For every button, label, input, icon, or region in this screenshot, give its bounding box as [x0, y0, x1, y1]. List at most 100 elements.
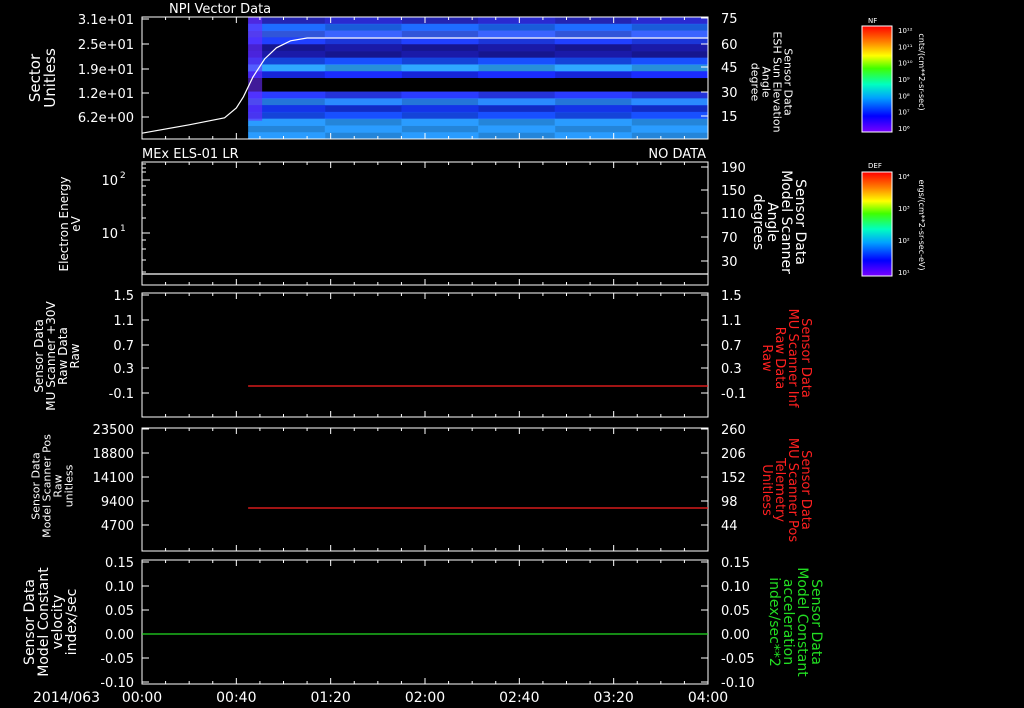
right-tick-label: 70	[721, 231, 738, 246]
right-tick-label: 110	[721, 207, 746, 222]
y-tick-label: 14100	[93, 471, 134, 486]
right-axis-label: Sensor DataModel Constantaccelerationind…	[766, 567, 824, 677]
y-tick-label: 0.3	[113, 362, 134, 377]
y-tick-label: 0.7	[113, 339, 134, 354]
right-tick-label: 98	[721, 495, 738, 510]
heatmap-cell	[631, 50, 709, 59]
right-tick-label: 30	[721, 86, 738, 101]
heatmap-cell	[478, 44, 556, 52]
right-tick-label: 0.7	[721, 339, 742, 354]
heatmap-cell	[554, 98, 632, 106]
heatmap-cell	[554, 44, 632, 52]
y-axis-label: Sensor DataMU Scanner +30VRaw DataRaw	[32, 301, 82, 411]
heatmap-cell	[401, 132, 479, 140]
colorbar-tick: 10²	[898, 237, 910, 245]
panel-title: MEx ELS-01 LR	[142, 147, 239, 162]
y-tick-label: 0.10	[105, 580, 134, 595]
heatmap-cell	[631, 125, 709, 133]
plot-frame	[141, 292, 709, 418]
y-tick-label: -0.1	[109, 387, 134, 402]
time-tick-label: 04:00	[688, 690, 728, 706]
heatmap-cell	[401, 71, 479, 79]
heatmap-cell	[631, 105, 709, 113]
right-tick-label: 206	[721, 447, 746, 462]
y-tick-label: -0.05	[100, 652, 134, 667]
plot-canvas: NPI Vector Data 3.1e+01 2.5e+01 1.9e+01 1.2e…	[22, 2, 926, 706]
right-tick-label: 1.1	[721, 314, 742, 329]
right-tick-label: 75	[721, 12, 738, 27]
right-tick-label: -0.05	[721, 652, 755, 667]
heatmap-cell	[478, 78, 556, 86]
heatmap-cell	[478, 111, 556, 120]
heatmap-cell	[401, 78, 479, 86]
heatmap-cell	[631, 71, 709, 79]
heatmap-cell	[554, 111, 632, 120]
right-tick-label: 190	[721, 161, 746, 176]
plot-frame	[141, 559, 709, 685]
colorbar-tick: 10⁴	[898, 173, 910, 181]
heatmap-cell	[478, 105, 556, 113]
y-tick-label: 23500	[93, 423, 134, 438]
y-tick-label: 10	[101, 227, 118, 242]
heatmap-cell	[478, 84, 556, 93]
right-axis-label: Sensor DataESH Sun ElevationAngledegree	[749, 31, 795, 132]
heatmap-cell	[631, 64, 709, 72]
y-tick-label: 1.2e+01	[78, 87, 134, 102]
y-tick-label: 1.9e+01	[78, 63, 134, 78]
heatmap-cells	[248, 17, 709, 140]
heatmap-cell	[554, 23, 632, 32]
time-tick-label: 02:00	[405, 690, 445, 706]
panel-sector-heatmap: NPI Vector Data 3.1e+01 2.5e+01 1.9e+01 1.2e…	[26, 2, 795, 140]
heatmap-cell	[631, 30, 709, 38]
colorbar-tick: 10⁹	[898, 76, 910, 84]
time-tick-label: 00:40	[216, 690, 256, 706]
heatmap-cell	[401, 98, 479, 106]
heatmap-cell	[401, 17, 479, 25]
right-tick-label: 150	[721, 184, 746, 199]
heatmap-cell	[631, 98, 709, 106]
y-tick-label: 2.5e+01	[78, 38, 134, 53]
heatmap-cell	[631, 132, 709, 140]
heatmap-cell	[324, 84, 402, 93]
heatmap-cell	[324, 111, 402, 120]
heatmap-cell	[324, 125, 402, 133]
colorbar-gradient	[862, 172, 892, 276]
panel-mu-scanner-30v: 1.5 1.1 0.7 0.3 -0.1 1.5 1.1 0.7 0.3 -0.1 Sensor D…	[32, 289, 813, 418]
heatmap-cell	[478, 118, 556, 126]
right-tick-label: 15	[721, 110, 738, 125]
heatmap-cell	[554, 64, 632, 72]
heatmap-cell	[631, 44, 709, 52]
heatmap-cell	[324, 118, 402, 126]
colorbar-tick: 10³	[898, 205, 910, 213]
panel-model-constant: 0.15 0.10 0.05 0.00 -0.05 -0.10 0.15 0.10 0.05 0.…	[22, 556, 824, 691]
heatmap-cell	[248, 17, 263, 121]
y-tick-label: 1.5	[113, 289, 134, 304]
heatmap-cell	[631, 57, 709, 65]
heatmap-cell	[401, 111, 479, 120]
y-tick-exponent: 2	[120, 171, 126, 181]
heatmap-cell	[324, 132, 402, 140]
heatmap-cell	[554, 125, 632, 133]
heatmap-cell	[631, 91, 709, 99]
heatmap-cell	[324, 23, 402, 32]
y-tick-label: -0.10	[100, 676, 134, 691]
y-axis-label: Sensor DataModel Scanner PosRawunitless	[29, 434, 75, 538]
heatmap-cell	[478, 64, 556, 72]
heatmap-cell	[324, 78, 402, 86]
y-tick-label: 18800	[93, 447, 134, 462]
plot-frame	[141, 427, 709, 552]
heatmap-cell	[478, 17, 556, 25]
right-tick-label: 260	[721, 423, 746, 438]
y-axis-label: SectorUnitless	[26, 48, 59, 108]
heatmap-cell	[324, 50, 402, 59]
colorbar-label: NF	[868, 17, 877, 25]
heatmap-cell	[554, 84, 632, 93]
panel-electron-energy: MEx ELS-01 LR NO DATA10 210 11901501107030E…	[57, 147, 808, 286]
colorbar-tick: 10¹⁰	[898, 60, 913, 68]
time-tick-label: 00:00	[122, 690, 162, 706]
right-tick-label: 0.3	[721, 362, 742, 377]
heatmap-cell	[401, 64, 479, 72]
heatmap-cell	[554, 57, 632, 65]
y-tick-label: 4700	[101, 519, 134, 534]
panel-scanner-pos: 23500 18800 14100 9400 4700 260 206 152 98 44 Sens…	[29, 423, 813, 552]
